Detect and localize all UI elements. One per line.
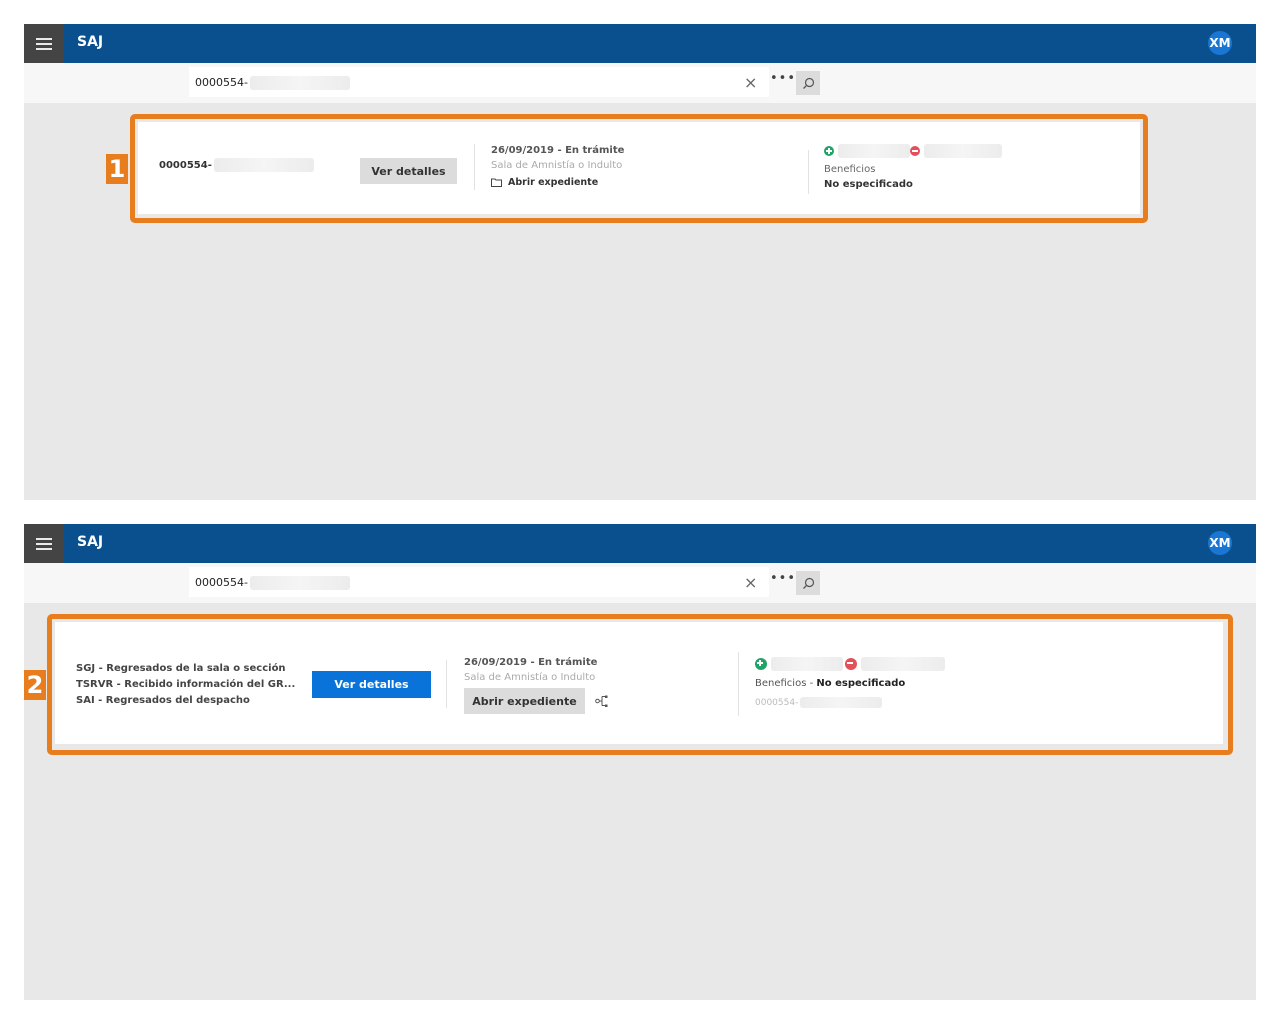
more-dots-icon[interactable]: ••• (770, 71, 796, 86)
search-input[interactable]: 0000554- (189, 67, 769, 97)
search-input[interactable]: 0000554- (189, 567, 769, 597)
screen-panel-top: SAJ XM 0000554- × ••• 0000554- Ver detal… (24, 24, 1256, 500)
app-title: SAJ (77, 34, 104, 50)
avatar[interactable]: XM (1208, 531, 1232, 555)
search-row: 0000554- × ••• (24, 63, 1256, 103)
search-icon (802, 77, 814, 89)
search-icon (802, 577, 814, 589)
redacted-text (249, 576, 350, 590)
hamburger-icon[interactable] (24, 524, 64, 563)
search-row: 0000554- × ••• (24, 563, 1256, 603)
top-app-bar: SAJ XM (24, 524, 1256, 563)
search-button[interactable] (796, 71, 820, 95)
highlight-frame (47, 614, 1233, 755)
search-input-value: 0000554- (195, 576, 248, 589)
screen-panel-bottom: SAJ XM 0000554- × ••• SGJ - Regresados d… (24, 524, 1256, 1000)
search-button[interactable] (796, 571, 820, 595)
close-icon[interactable]: × (744, 75, 757, 91)
search-input-value: 0000554- (195, 76, 248, 89)
app-title: SAJ (77, 534, 104, 550)
redacted-text (249, 76, 350, 90)
step-badge: 1 (106, 154, 128, 184)
top-app-bar: SAJ XM (24, 24, 1256, 63)
more-dots-icon[interactable]: ••• (770, 571, 796, 586)
hamburger-icon[interactable] (24, 24, 64, 63)
step-badge: 2 (24, 670, 46, 700)
avatar[interactable]: XM (1208, 31, 1232, 55)
highlight-frame (130, 114, 1148, 223)
close-icon[interactable]: × (744, 575, 757, 591)
